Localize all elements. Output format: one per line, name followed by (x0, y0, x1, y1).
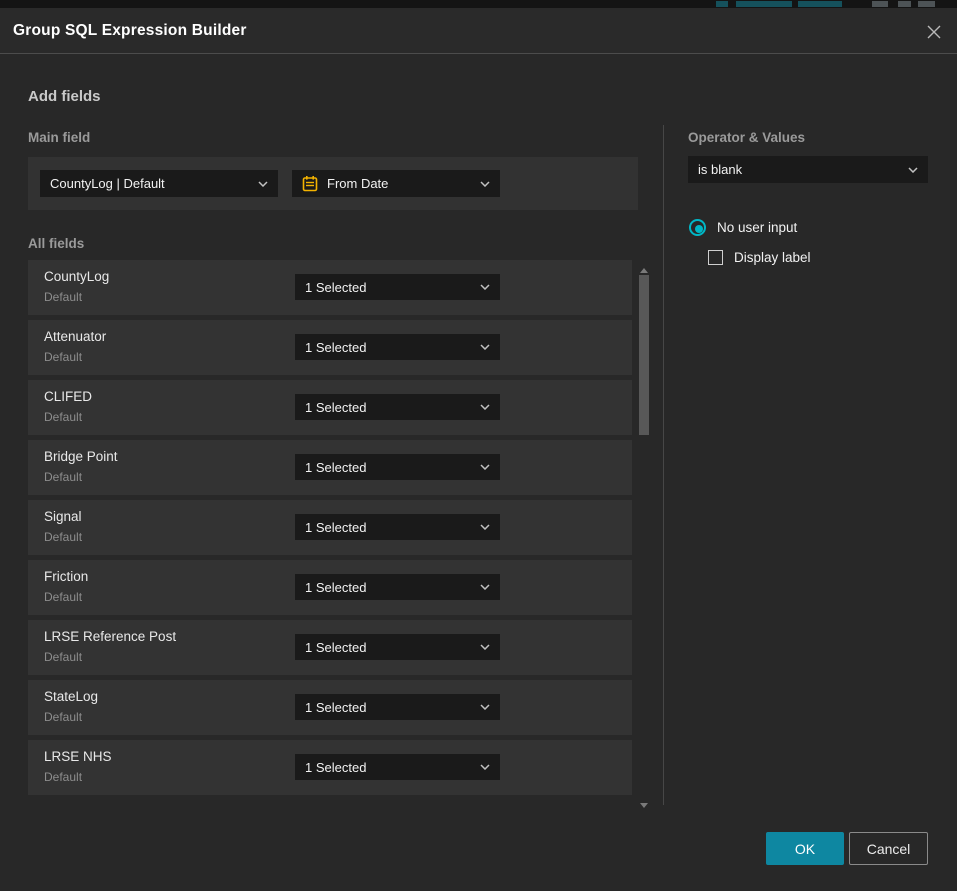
background-app-fragment (716, 1, 728, 7)
field-selection-value: 1 Selected (305, 460, 480, 475)
main-field-panel: CountyLog | Default From Date (28, 157, 638, 210)
main-field-date-value: From Date (327, 176, 480, 191)
field-selection-dropdown[interactable]: 1 Selected (295, 694, 500, 720)
field-selection-value: 1 Selected (305, 580, 480, 595)
field-selection-value: 1 Selected (305, 760, 480, 775)
field-type-label: Default (44, 530, 82, 544)
field-type-label: Default (44, 710, 82, 724)
background-app-fragment (736, 1, 792, 7)
checkbox-icon (708, 250, 723, 265)
close-icon (926, 24, 942, 40)
field-selection-dropdown[interactable]: 1 Selected (295, 274, 500, 300)
chevron-down-icon (480, 644, 490, 650)
field-selection-dropdown[interactable]: 1 Selected (295, 394, 500, 420)
chevron-down-icon (480, 704, 490, 710)
field-row: CLIFED Default 1 Selected (28, 380, 632, 435)
field-selection-value: 1 Selected (305, 520, 480, 535)
field-type-label: Default (44, 770, 82, 784)
field-row: LRSE Reference Post Default 1 Selected (28, 620, 632, 675)
group-sql-expression-builder-dialog: Group SQL Expression Builder Add fields … (0, 8, 957, 891)
field-name: CountyLog (44, 269, 109, 284)
field-name: Bridge Point (44, 449, 118, 464)
chevron-down-icon (480, 181, 490, 187)
main-field-date-select[interactable]: From Date (292, 170, 500, 197)
field-selection-dropdown[interactable]: 1 Selected (295, 634, 500, 660)
field-type-label: Default (44, 350, 82, 364)
field-row: LRSE NHS Default 1 Selected (28, 740, 632, 795)
all-fields-label: All fields (28, 236, 84, 251)
operator-select-value: is blank (698, 162, 908, 177)
field-selection-value: 1 Selected (305, 280, 480, 295)
background-app-fragment (872, 1, 888, 7)
field-row: Attenuator Default 1 Selected (28, 320, 632, 375)
field-name: CLIFED (44, 389, 92, 404)
field-selection-dropdown[interactable]: 1 Selected (295, 754, 500, 780)
field-selection-dropdown[interactable]: 1 Selected (295, 454, 500, 480)
no-user-input-radio[interactable]: No user input (689, 219, 797, 236)
field-name: Attenuator (44, 329, 106, 344)
chevron-down-icon (908, 167, 918, 173)
field-row: StateLog Default 1 Selected (28, 680, 632, 735)
chevron-down-icon (480, 404, 490, 410)
field-type-label: Default (44, 470, 82, 484)
dialog-header: Group SQL Expression Builder (0, 8, 957, 54)
chevron-down-icon (480, 344, 490, 350)
background-app-fragment (798, 1, 842, 7)
field-selection-value: 1 Selected (305, 340, 480, 355)
field-type-label: Default (44, 410, 82, 424)
chevron-down-icon (480, 284, 490, 290)
field-name: LRSE Reference Post (44, 629, 176, 644)
dialog-title: Group SQL Expression Builder (13, 8, 247, 54)
chevron-down-icon (480, 464, 490, 470)
fields-scrollbar (637, 256, 651, 814)
chevron-down-icon (258, 181, 268, 187)
field-name: Signal (44, 509, 82, 524)
field-name: Friction (44, 569, 88, 584)
chevron-down-icon (480, 584, 490, 590)
operator-values-heading: Operator & Values (688, 130, 805, 145)
chevron-down-icon (480, 764, 490, 770)
field-selection-value: 1 Selected (305, 640, 480, 655)
no-user-input-label: No user input (717, 220, 797, 235)
all-fields-list: CountyLog Default 1 Selected Attenuator … (28, 260, 632, 800)
main-field-label: Main field (28, 130, 90, 145)
field-name: StateLog (44, 689, 98, 704)
scroll-down-arrow[interactable] (640, 803, 648, 808)
field-selection-dropdown[interactable]: 1 Selected (295, 514, 500, 540)
field-selection-dropdown[interactable]: 1 Selected (295, 574, 500, 600)
main-field-layer-select[interactable]: CountyLog | Default (40, 170, 278, 197)
ok-button[interactable]: OK (766, 832, 844, 865)
panel-divider (663, 125, 664, 805)
field-row: CountyLog Default 1 Selected (28, 260, 632, 315)
display-label-text: Display label (734, 250, 811, 265)
calendar-date-icon (302, 175, 318, 192)
background-app-fragment (918, 1, 935, 7)
close-button[interactable] (923, 21, 945, 43)
field-name: LRSE NHS (44, 749, 112, 764)
radio-button-icon (689, 219, 706, 236)
field-type-label: Default (44, 290, 82, 304)
add-fields-heading: Add fields (28, 88, 101, 105)
field-row: Friction Default 1 Selected (28, 560, 632, 615)
operator-select[interactable]: is blank (688, 156, 928, 183)
display-label-checkbox[interactable]: Display label (708, 250, 811, 265)
field-type-label: Default (44, 650, 82, 664)
chevron-down-icon (480, 524, 490, 530)
field-selection-dropdown[interactable]: 1 Selected (295, 334, 500, 360)
main-field-layer-value: CountyLog | Default (50, 176, 258, 191)
cancel-button[interactable]: Cancel (849, 832, 928, 865)
field-row: Bridge Point Default 1 Selected (28, 440, 632, 495)
scroll-up-arrow[interactable] (640, 268, 648, 273)
field-selection-value: 1 Selected (305, 700, 480, 715)
field-type-label: Default (44, 590, 82, 604)
background-app-fragment (898, 1, 911, 7)
field-row: Signal Default 1 Selected (28, 500, 632, 555)
field-selection-value: 1 Selected (305, 400, 480, 415)
scrollbar-thumb[interactable] (639, 275, 649, 435)
